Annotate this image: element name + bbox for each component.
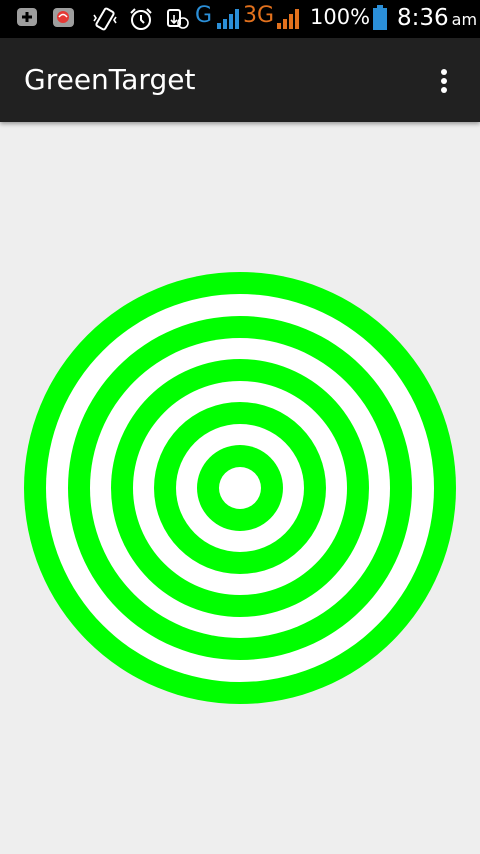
battery-percent: 100% xyxy=(310,5,371,29)
alarm-icon xyxy=(130,8,152,30)
vibrate-icon xyxy=(93,7,117,31)
target-center xyxy=(219,467,261,509)
app-bar: GreenTarget xyxy=(0,38,480,122)
signal-icon xyxy=(217,9,239,29)
network-type-2: 3G xyxy=(243,3,275,28)
more-vert-icon[interactable] xyxy=(426,62,462,98)
signal-icon xyxy=(277,9,299,29)
data-transfer-icon xyxy=(167,9,189,29)
status-bar: G 3G 100% 8:36 am xyxy=(0,0,480,38)
clock-time: 8:36 xyxy=(397,5,449,31)
green-target xyxy=(24,272,456,704)
app-title: GreenTarget xyxy=(24,63,196,96)
clock: 8:36 am xyxy=(397,5,477,31)
clock-ampm: am xyxy=(451,10,478,29)
network-type-1: G xyxy=(195,3,213,28)
battery-icon xyxy=(373,5,387,30)
add-box-icon xyxy=(17,8,37,26)
app-notification-icon xyxy=(53,8,74,27)
